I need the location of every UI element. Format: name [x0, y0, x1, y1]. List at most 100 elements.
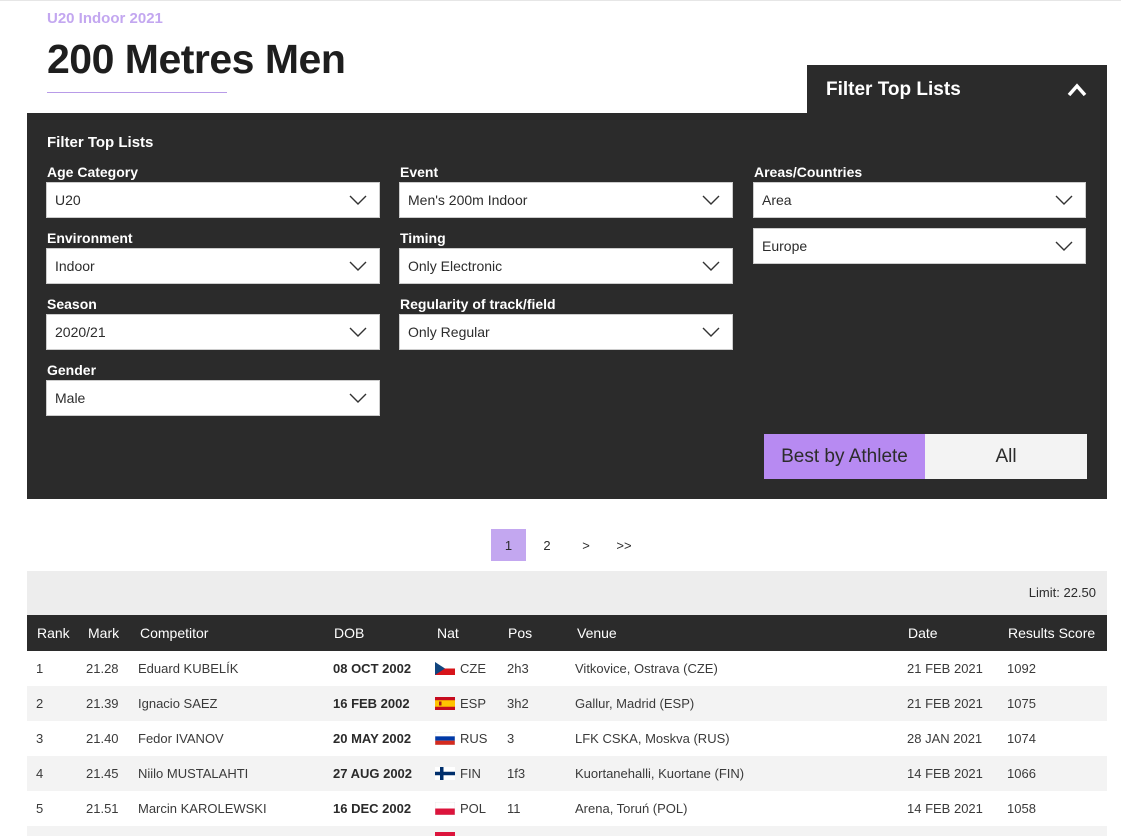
table-header: Rank Mark Competitor DOB Nat Pos Venue D…	[27, 615, 1107, 651]
header-nat: Nat	[437, 625, 459, 641]
mark-cell: 21.28	[86, 661, 119, 676]
nat-cell: CZE	[460, 661, 486, 676]
mark-cell: 21.40	[86, 731, 119, 746]
table-row: 3 21.40 Fedor IVANOV 20 MAY 2002 RUS 3 L…	[27, 721, 1107, 756]
header-dob: DOB	[334, 625, 365, 641]
rank-cell: 2	[36, 696, 44, 711]
last-page-button[interactable]: >>	[604, 529, 644, 561]
top-border	[0, 0, 1121, 1]
regularity-select[interactable]: Only Regular	[399, 314, 733, 350]
region-select[interactable]: Europe	[753, 228, 1086, 264]
nat-cell: POL	[460, 801, 487, 816]
age-category-select[interactable]: U20	[46, 182, 380, 218]
rank-cell: 3	[36, 731, 44, 746]
venue-cell: LFK CSKA, Moskva (RUS)	[575, 731, 730, 746]
nat-cell: RUS	[460, 731, 488, 746]
competitor-link[interactable]: Niilo MUSTALAHTI	[138, 766, 248, 781]
venue-cell: Arena, Toruń (POL)	[575, 801, 688, 816]
chevron-down-icon	[349, 393, 367, 403]
score-cell: 1066	[1007, 766, 1036, 781]
pagination: 1 2 > >>	[491, 529, 644, 561]
competitor-link[interactable]: Eduard KUBELÍK	[138, 661, 238, 676]
dob-cell: 16 DEC 2002	[333, 801, 412, 816]
all-results-button[interactable]: All	[925, 434, 1087, 479]
russia-flag-icon	[435, 732, 455, 745]
next-page-button[interactable]: >	[568, 529, 604, 561]
mark-cell: 21.39	[86, 696, 119, 711]
header-date: Date	[908, 625, 938, 641]
table-row: 2 21.39 Ignacio SAEZ 16 FEB 2002 ESP 3h2…	[27, 686, 1107, 721]
best-by-athlete-button[interactable]: Best by Athlete	[764, 434, 925, 479]
region-value: Europe	[762, 238, 808, 254]
page-2-button[interactable]: 2	[526, 529, 568, 561]
date-cell: 21 FEB 2021	[907, 661, 983, 676]
competitor-link[interactable]: Ignacio SAEZ	[138, 696, 218, 711]
score-cell: 1075	[1007, 696, 1036, 711]
rank-cell: 4	[36, 766, 44, 781]
page-1-button[interactable]: 1	[491, 529, 526, 561]
areas-label: Areas/Countries	[754, 164, 863, 180]
filter-toggle-label: Filter Top Lists	[826, 78, 961, 100]
regularity-value: Only Regular	[408, 324, 490, 340]
filter-panel: Filter Top Lists Age Category U20 Enviro…	[27, 113, 1107, 499]
czech-flag-icon	[435, 662, 455, 675]
finland-flag-icon	[435, 767, 455, 780]
chevron-up-icon	[1067, 82, 1087, 97]
regularity-label: Regularity of track/field	[400, 296, 556, 312]
areas-select[interactable]: Area	[753, 182, 1086, 218]
table-row-partial	[27, 826, 1107, 836]
season-select[interactable]: 2020/21	[46, 314, 380, 350]
pos-cell: 3	[507, 731, 515, 746]
dob-cell: 16 FEB 2002	[333, 696, 410, 711]
score-cell: 1058	[1007, 801, 1036, 816]
competitor-link[interactable]: Fedor IVANOV	[138, 731, 224, 746]
rank-cell: 1	[36, 661, 44, 676]
pos-cell: 2h3	[507, 661, 529, 676]
score-cell: 1092	[1007, 661, 1036, 676]
areas-value: Area	[762, 192, 792, 208]
header-competitor: Competitor	[140, 625, 209, 641]
chevron-down-icon	[1055, 195, 1073, 205]
timing-select[interactable]: Only Electronic	[399, 248, 733, 284]
environment-select[interactable]: Indoor	[46, 248, 380, 284]
season-value: 2020/21	[55, 324, 106, 340]
date-cell: 21 FEB 2021	[907, 696, 983, 711]
dob-cell: 20 MAY 2002	[333, 731, 412, 746]
pos-cell: 1f3	[507, 766, 526, 781]
header-mark: Mark	[88, 625, 120, 641]
header-pos: Pos	[508, 625, 533, 641]
mark-cell: 21.51	[86, 801, 119, 816]
event-label: Event	[400, 164, 439, 180]
age-category-value: U20	[55, 192, 81, 208]
list-mode-toggle: Best by Athlete All	[764, 434, 1087, 479]
spain-flag-icon	[435, 697, 455, 710]
page-subtitle: U20 Indoor 2021	[47, 10, 163, 27]
flag-icon	[435, 832, 455, 836]
environment-label: Environment	[47, 230, 133, 246]
gender-select[interactable]: Male	[46, 380, 380, 416]
chevron-down-icon	[349, 327, 367, 337]
chevron-down-icon	[1055, 241, 1073, 251]
filter-toggle-button[interactable]: Filter Top Lists	[807, 65, 1107, 114]
date-cell: 14 FEB 2021	[907, 766, 983, 781]
page-title: 200 Metres Men	[47, 36, 346, 82]
pos-cell: 3h2	[507, 696, 529, 711]
table-row: 1 21.28 Eduard KUBELÍK 08 OCT 2002 CZE 2…	[27, 651, 1107, 686]
table-row: 4 21.45 Niilo MUSTALAHTI 27 AUG 2002 FIN…	[27, 756, 1107, 791]
chevron-down-icon	[702, 261, 720, 271]
pos-cell: 11	[507, 801, 521, 816]
venue-cell: Kuortanehalli, Kuortane (FIN)	[575, 766, 745, 781]
chevron-down-icon	[702, 327, 720, 337]
competitor-link[interactable]: Marcin KAROLEWSKI	[138, 801, 267, 816]
header-venue: Venue	[577, 625, 617, 641]
header-rank: Rank	[37, 625, 70, 641]
date-cell: 14 FEB 2021	[907, 801, 983, 816]
chevron-down-icon	[349, 195, 367, 205]
gender-label: Gender	[47, 362, 97, 378]
venue-cell: Vitkovice, Ostrava (CZE)	[575, 661, 718, 676]
limit-text: Limit: 22.50	[1028, 585, 1096, 600]
score-cell: 1074	[1007, 731, 1036, 746]
title-underline	[47, 92, 227, 93]
filter-panel-title: Filter Top Lists	[47, 134, 154, 151]
event-select[interactable]: Men's 200m Indoor	[399, 182, 733, 218]
